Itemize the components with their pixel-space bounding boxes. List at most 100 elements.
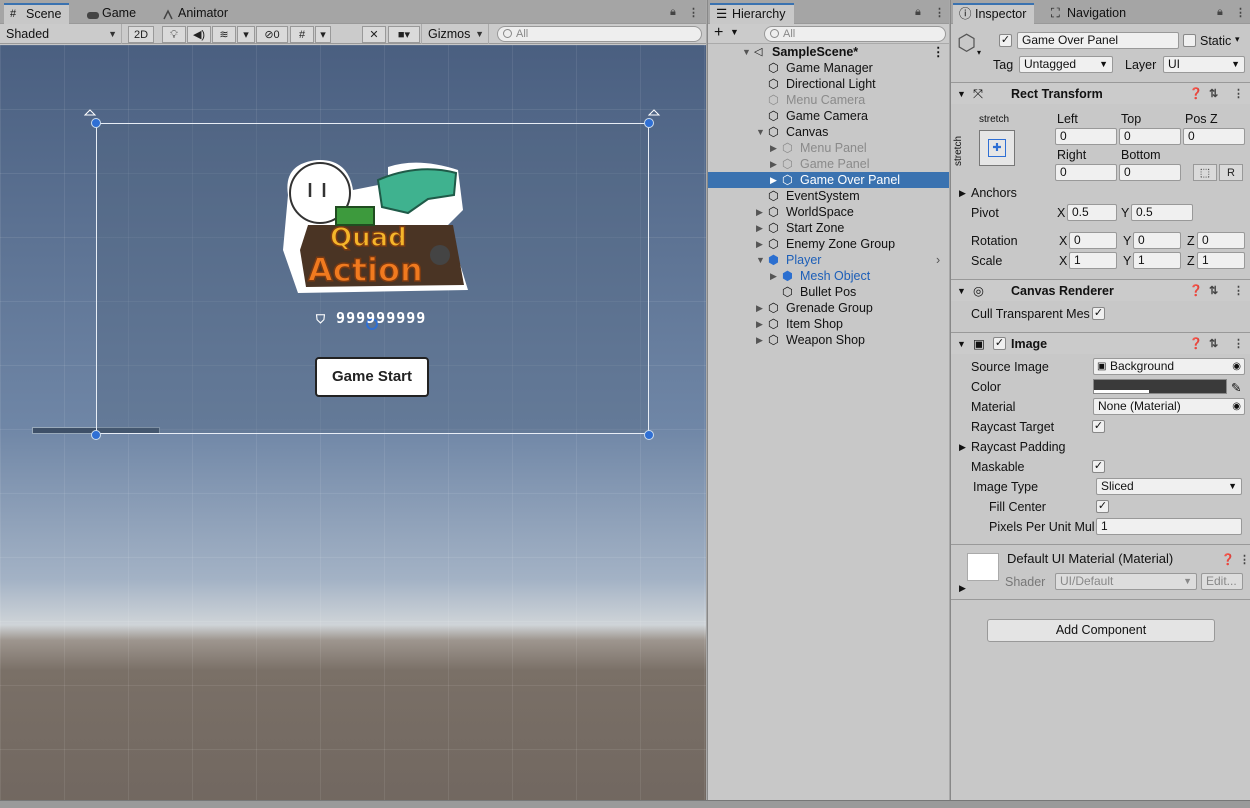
grid-dropdown[interactable]: ▾ <box>315 26 331 43</box>
tab-navigation[interactable]: ⛶ Navigation <box>1045 3 1134 24</box>
fold-closed-icon[interactable]: ▶ <box>756 332 763 348</box>
fold-closed-icon[interactable]: ▶ <box>770 172 777 188</box>
left-field[interactable]: 0 <box>1055 128 1117 145</box>
tab-game[interactable]: Game <box>80 3 144 24</box>
rect-transform-header[interactable]: ▼ ⤧ Rect Transform ❓ ⇅ ⋮ <box>951 82 1250 104</box>
effects-icon[interactable]: ≋ <box>212 26 236 43</box>
fold-closed-icon[interactable]: ▶ <box>959 442 966 453</box>
more-icon[interactable]: ⋮ <box>1233 333 1244 355</box>
hierarchy-item[interactable]: ⬡ Game Camera <box>708 108 949 124</box>
chevron-down-icon[interactable]: ▾ <box>977 48 981 57</box>
preset-icon[interactable]: ⇅ <box>1209 333 1218 355</box>
tag-dropdown[interactable]: Untagged ▼ <box>1019 56 1113 73</box>
fold-closed-icon[interactable]: ▶ <box>756 300 763 316</box>
more-icon[interactable]: ⋮ <box>1239 553 1250 566</box>
anchor-tr-icon[interactable] <box>648 109 662 123</box>
right-field[interactable]: 0 <box>1055 164 1117 181</box>
chevron-down-icon[interactable]: ▼ <box>730 27 739 37</box>
anchor-tl-icon[interactable] <box>84 109 98 123</box>
preset-icon[interactable]: ⇅ <box>1209 280 1218 302</box>
maskable-checkbox[interactable]: ✓ <box>1092 460 1105 473</box>
anchor-preset-button[interactable]: ✚ <box>979 130 1015 166</box>
image-header[interactable]: ▼ ▣ ✓ Image ❓ ⇅ ⋮ <box>951 332 1250 354</box>
top-field[interactable]: 0 <box>1119 128 1181 145</box>
shading-dropdown[interactable]: Shaded ▼ <box>0 24 122 44</box>
chevron-down-icon[interactable]: ▾ <box>1235 34 1240 45</box>
hierarchy-item[interactable]: ⬡ Game Manager <box>708 60 949 76</box>
hierarchy-item[interactable]: ⬡ Bullet Pos <box>708 284 949 300</box>
rect-handle-br[interactable] <box>644 430 654 440</box>
canvas-renderer-header[interactable]: ▼ ◎ Canvas Renderer ❓ ⇅ ⋮ <box>951 279 1250 301</box>
hierarchy-item[interactable]: ▶ ⬡ Weapon Shop <box>708 332 949 348</box>
scale-z-field[interactable]: 1 <box>1197 252 1245 269</box>
tab-animator[interactable]: Animator <box>156 3 236 24</box>
eyedropper-icon[interactable]: ✎ <box>1231 380 1241 395</box>
hierarchy-item[interactable]: ▶ ⬡ Start Zone <box>708 220 949 236</box>
camera-icon[interactable]: ■▾ <box>388 26 420 43</box>
lock-icon[interactable]: 🔒︎ <box>915 6 921 19</box>
pivot-y-field[interactable]: 0.5 <box>1131 204 1193 221</box>
add-component-button[interactable]: Add Component <box>987 619 1215 642</box>
more-icon[interactable]: ⋮ <box>932 44 945 60</box>
scale-x-field[interactable]: 1 <box>1069 252 1117 269</box>
fold-closed-icon[interactable]: ▶ <box>756 316 763 332</box>
rotation-z-field[interactable]: 0 <box>1197 232 1245 249</box>
active-checkbox[interactable]: ✓ <box>999 34 1012 47</box>
bottom-field[interactable]: 0 <box>1119 164 1181 181</box>
help-icon[interactable]: ❓ <box>1189 280 1203 302</box>
tab-hierarchy[interactable]: ☰ Hierarchy <box>710 3 794 24</box>
cull-transparent-checkbox[interactable]: ✓ <box>1092 307 1105 320</box>
game-start-button[interactable]: Game Start <box>315 357 429 397</box>
rotation-y-field[interactable]: 0 <box>1133 232 1181 249</box>
preset-icon[interactable]: ⇅ <box>1209 83 1218 105</box>
visibility-toggle[interactable]: ⊘0 <box>256 26 288 43</box>
tab-scene[interactable]: # Scene <box>4 3 70 24</box>
fold-closed-icon[interactable]: ▶ <box>756 204 763 220</box>
tab-inspector[interactable]: ⓘ Inspector <box>953 3 1035 24</box>
fold-closed-icon[interactable]: ▶ <box>770 268 777 284</box>
raw-edit-button[interactable]: R <box>1219 164 1243 181</box>
more-icon[interactable]: ⋮ <box>1233 280 1244 302</box>
lighting-icon[interactable]: 💡︎ <box>162 26 186 43</box>
rect-handle-bl[interactable] <box>91 430 101 440</box>
fold-closed-icon[interactable]: ▶ <box>770 156 777 172</box>
help-icon[interactable]: ❓ <box>1221 553 1235 566</box>
hierarchy-item[interactable]: ▶ ⬡ Game Panel <box>708 156 949 172</box>
raycast-target-checkbox[interactable]: ✓ <box>1092 420 1105 433</box>
scale-y-field[interactable]: 1 <box>1133 252 1181 269</box>
hierarchy-item[interactable]: ⬡ EventSystem <box>708 188 949 204</box>
shader-edit-button[interactable]: Edit... <box>1201 573 1243 590</box>
fold-closed-icon[interactable]: ▶ <box>770 140 777 156</box>
fold-open-icon[interactable]: ▼ <box>756 124 765 140</box>
fold-open-icon[interactable]: ▼ <box>756 252 765 268</box>
more-icon[interactable]: ⋮ <box>934 6 945 19</box>
fold-closed-icon[interactable]: ▶ <box>959 188 966 199</box>
hierarchy-item-selected[interactable]: ▶ ⬡ Game Over Panel <box>708 172 949 188</box>
hierarchy-item[interactable]: ▶ ⬡ Enemy Zone Group <box>708 236 949 252</box>
scene-viewport[interactable]: Quad Action ⛉ 999999999 Game Start <box>0 45 706 808</box>
pivot-x-field[interactable]: 0.5 <box>1067 204 1117 221</box>
scene-root-row[interactable]: ▼ ◁ SampleScene* ⋮ <box>708 44 949 60</box>
tools-icon[interactable]: ✕ <box>362 26 386 43</box>
layer-dropdown[interactable]: UI ▼ <box>1163 56 1245 73</box>
chevron-right-icon[interactable]: › <box>936 252 940 268</box>
image-type-dropdown[interactable]: Sliced ▼ <box>1096 478 1242 495</box>
more-icon[interactable]: ⋮ <box>688 6 699 19</box>
source-image-field[interactable]: ▣ Background ◉ <box>1093 358 1245 375</box>
static-checkbox[interactable] <box>1183 34 1196 47</box>
help-icon[interactable]: ❓ <box>1189 83 1203 105</box>
fill-center-checkbox[interactable]: ✓ <box>1096 500 1109 513</box>
more-icon[interactable]: ⋮ <box>1235 6 1246 19</box>
scene-search-input[interactable]: All <box>497 26 702 42</box>
more-icon[interactable]: ⋮ <box>1233 83 1244 105</box>
posz-field[interactable]: 0 <box>1183 128 1245 145</box>
hierarchy-search-input[interactable]: All <box>764 26 946 42</box>
hierarchy-item[interactable]: ▼ ⬢ Player › <box>708 252 949 268</box>
hierarchy-item[interactable]: ▶ ⬡ Grenade Group <box>708 300 949 316</box>
hierarchy-item[interactable]: ⬡ Menu Camera <box>708 92 949 108</box>
hierarchy-item[interactable]: ▼ ⬡ Canvas <box>708 124 949 140</box>
hierarchy-item[interactable]: ▶ ⬢ Mesh Object <box>708 268 949 284</box>
hierarchy-item[interactable]: ▶ ⬡ WorldSpace <box>708 204 949 220</box>
lock-icon[interactable]: 🔒︎ <box>1217 6 1223 19</box>
grid-snap-icon[interactable]: # <box>290 26 314 43</box>
